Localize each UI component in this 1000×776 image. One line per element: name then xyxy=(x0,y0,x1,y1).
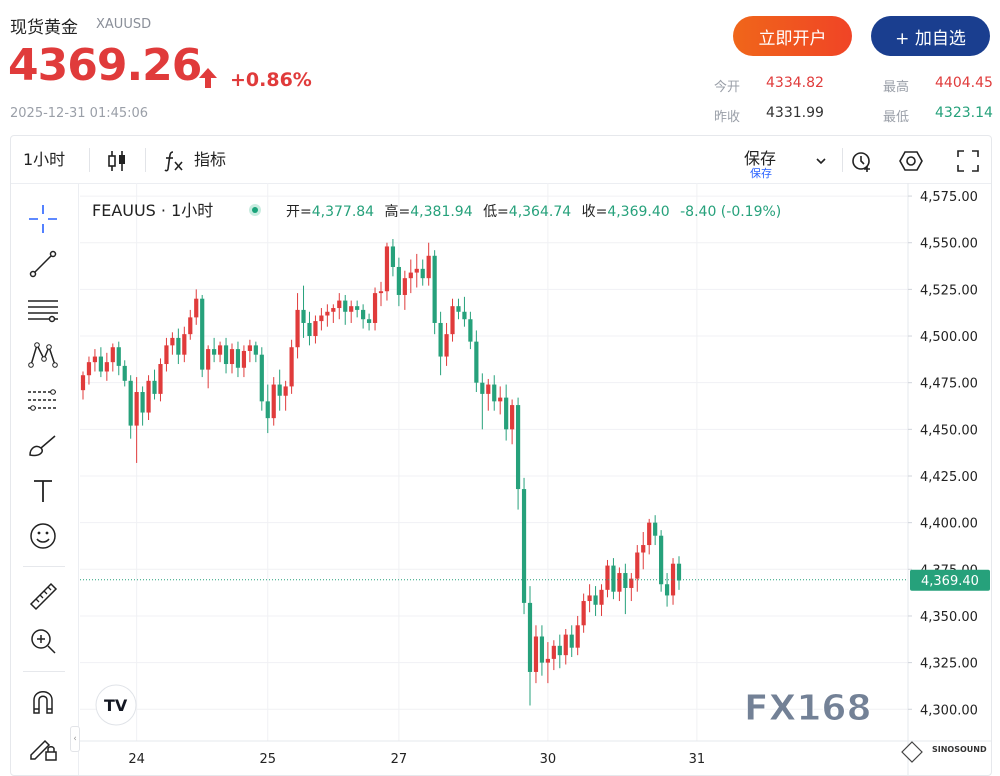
alert-icon[interactable] xyxy=(849,148,875,174)
quote-prevclose-label: 昨收 xyxy=(714,110,741,125)
fullscreen-icon[interactable] xyxy=(955,148,981,174)
indicators-button[interactable]: 指标 xyxy=(194,136,226,184)
candle-chart-icon[interactable] xyxy=(104,148,130,174)
save-sublabel: 保存 xyxy=(750,167,772,180)
emoji-icon[interactable] xyxy=(25,518,61,554)
fx-icon[interactable] xyxy=(161,148,187,174)
trend-line-icon[interactable] xyxy=(25,246,61,282)
interval-selector[interactable]: 1小时 xyxy=(23,136,65,184)
lock-pencil-icon[interactable] xyxy=(25,729,61,765)
chevron-down-icon[interactable] xyxy=(808,148,834,174)
toolbar-divider xyxy=(89,148,90,172)
toolbar-divider xyxy=(145,148,146,172)
instrument-symbol: XAUUSD xyxy=(96,17,152,32)
magnet-icon[interactable] xyxy=(25,684,61,720)
drawing-toolbar xyxy=(11,184,79,775)
quote-high-label: 最高 xyxy=(883,80,910,95)
change-percent: +0.86% xyxy=(230,69,312,91)
quote-open-label: 今开 xyxy=(714,80,741,95)
quote-datetime: 2025-12-31 01:45:06 xyxy=(10,106,149,121)
pattern-icon[interactable] xyxy=(25,337,61,373)
quote-high-value: 4404.45 xyxy=(935,75,993,91)
zoom-in-icon[interactable] xyxy=(25,623,61,659)
fib-icon[interactable] xyxy=(25,382,61,418)
chart-widget: 1小时 指标 保存 保存 ‹ xyxy=(10,135,992,776)
horizontal-lines-icon[interactable] xyxy=(25,292,61,328)
brush-icon[interactable] xyxy=(25,428,61,464)
toolbar-divider xyxy=(23,566,65,567)
current-price: 4369.26 xyxy=(8,40,202,91)
quote-prevclose-value: 4331.99 xyxy=(766,105,824,121)
quote-low-value: 4323.14 xyxy=(935,105,993,121)
instrument-name: 现货黄金 xyxy=(10,18,78,38)
ruler-icon[interactable] xyxy=(25,578,61,614)
up-arrow-icon xyxy=(199,68,217,88)
quote-open-value: 4334.82 xyxy=(766,75,824,91)
toolbar-divider xyxy=(842,148,843,172)
add-watchlist-button[interactable]: + 加自选 xyxy=(871,16,990,56)
settings-hex-icon[interactable] xyxy=(898,148,924,174)
crosshair-icon[interactable] xyxy=(25,201,61,237)
collapse-toolbar-button[interactable]: ‹ xyxy=(70,726,80,752)
chart-toolbar: 1小时 指标 保存 保存 xyxy=(11,136,991,184)
toolbar-divider xyxy=(23,671,65,672)
quote-low-label: 最低 xyxy=(883,110,910,125)
text-icon[interactable] xyxy=(25,473,61,509)
open-account-button[interactable]: 立即开户 xyxy=(733,16,852,56)
